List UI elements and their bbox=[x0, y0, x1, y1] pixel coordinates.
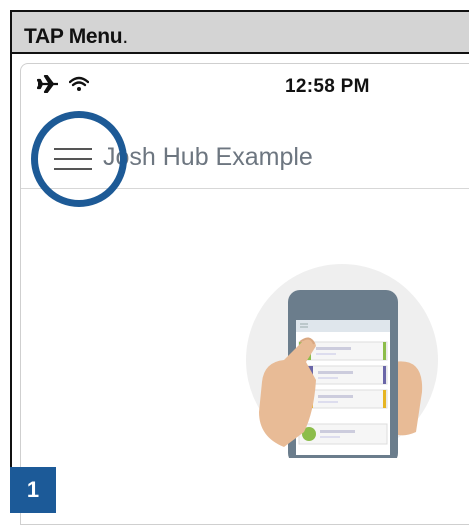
caption-bold-text: TAP Menu bbox=[24, 25, 123, 48]
caption-bar: TAP Menu. bbox=[12, 12, 469, 54]
status-time: 12:58 PM bbox=[285, 76, 370, 97]
phone-in-hand-illustration bbox=[246, 264, 438, 458]
page-title: Josh Hub Example bbox=[103, 143, 313, 171]
status-bar: 12:58 PM bbox=[21, 64, 469, 104]
airplane-icon bbox=[37, 75, 58, 93]
status-icons bbox=[37, 75, 89, 93]
caption-period: . bbox=[122, 25, 128, 48]
instruction-caption: TAP Menu. bbox=[24, 25, 128, 49]
wifi-icon bbox=[69, 76, 89, 91]
step-number-badge: 1 bbox=[10, 467, 56, 513]
tap-highlight-circle bbox=[31, 111, 127, 207]
step-number: 1 bbox=[26, 477, 40, 502]
